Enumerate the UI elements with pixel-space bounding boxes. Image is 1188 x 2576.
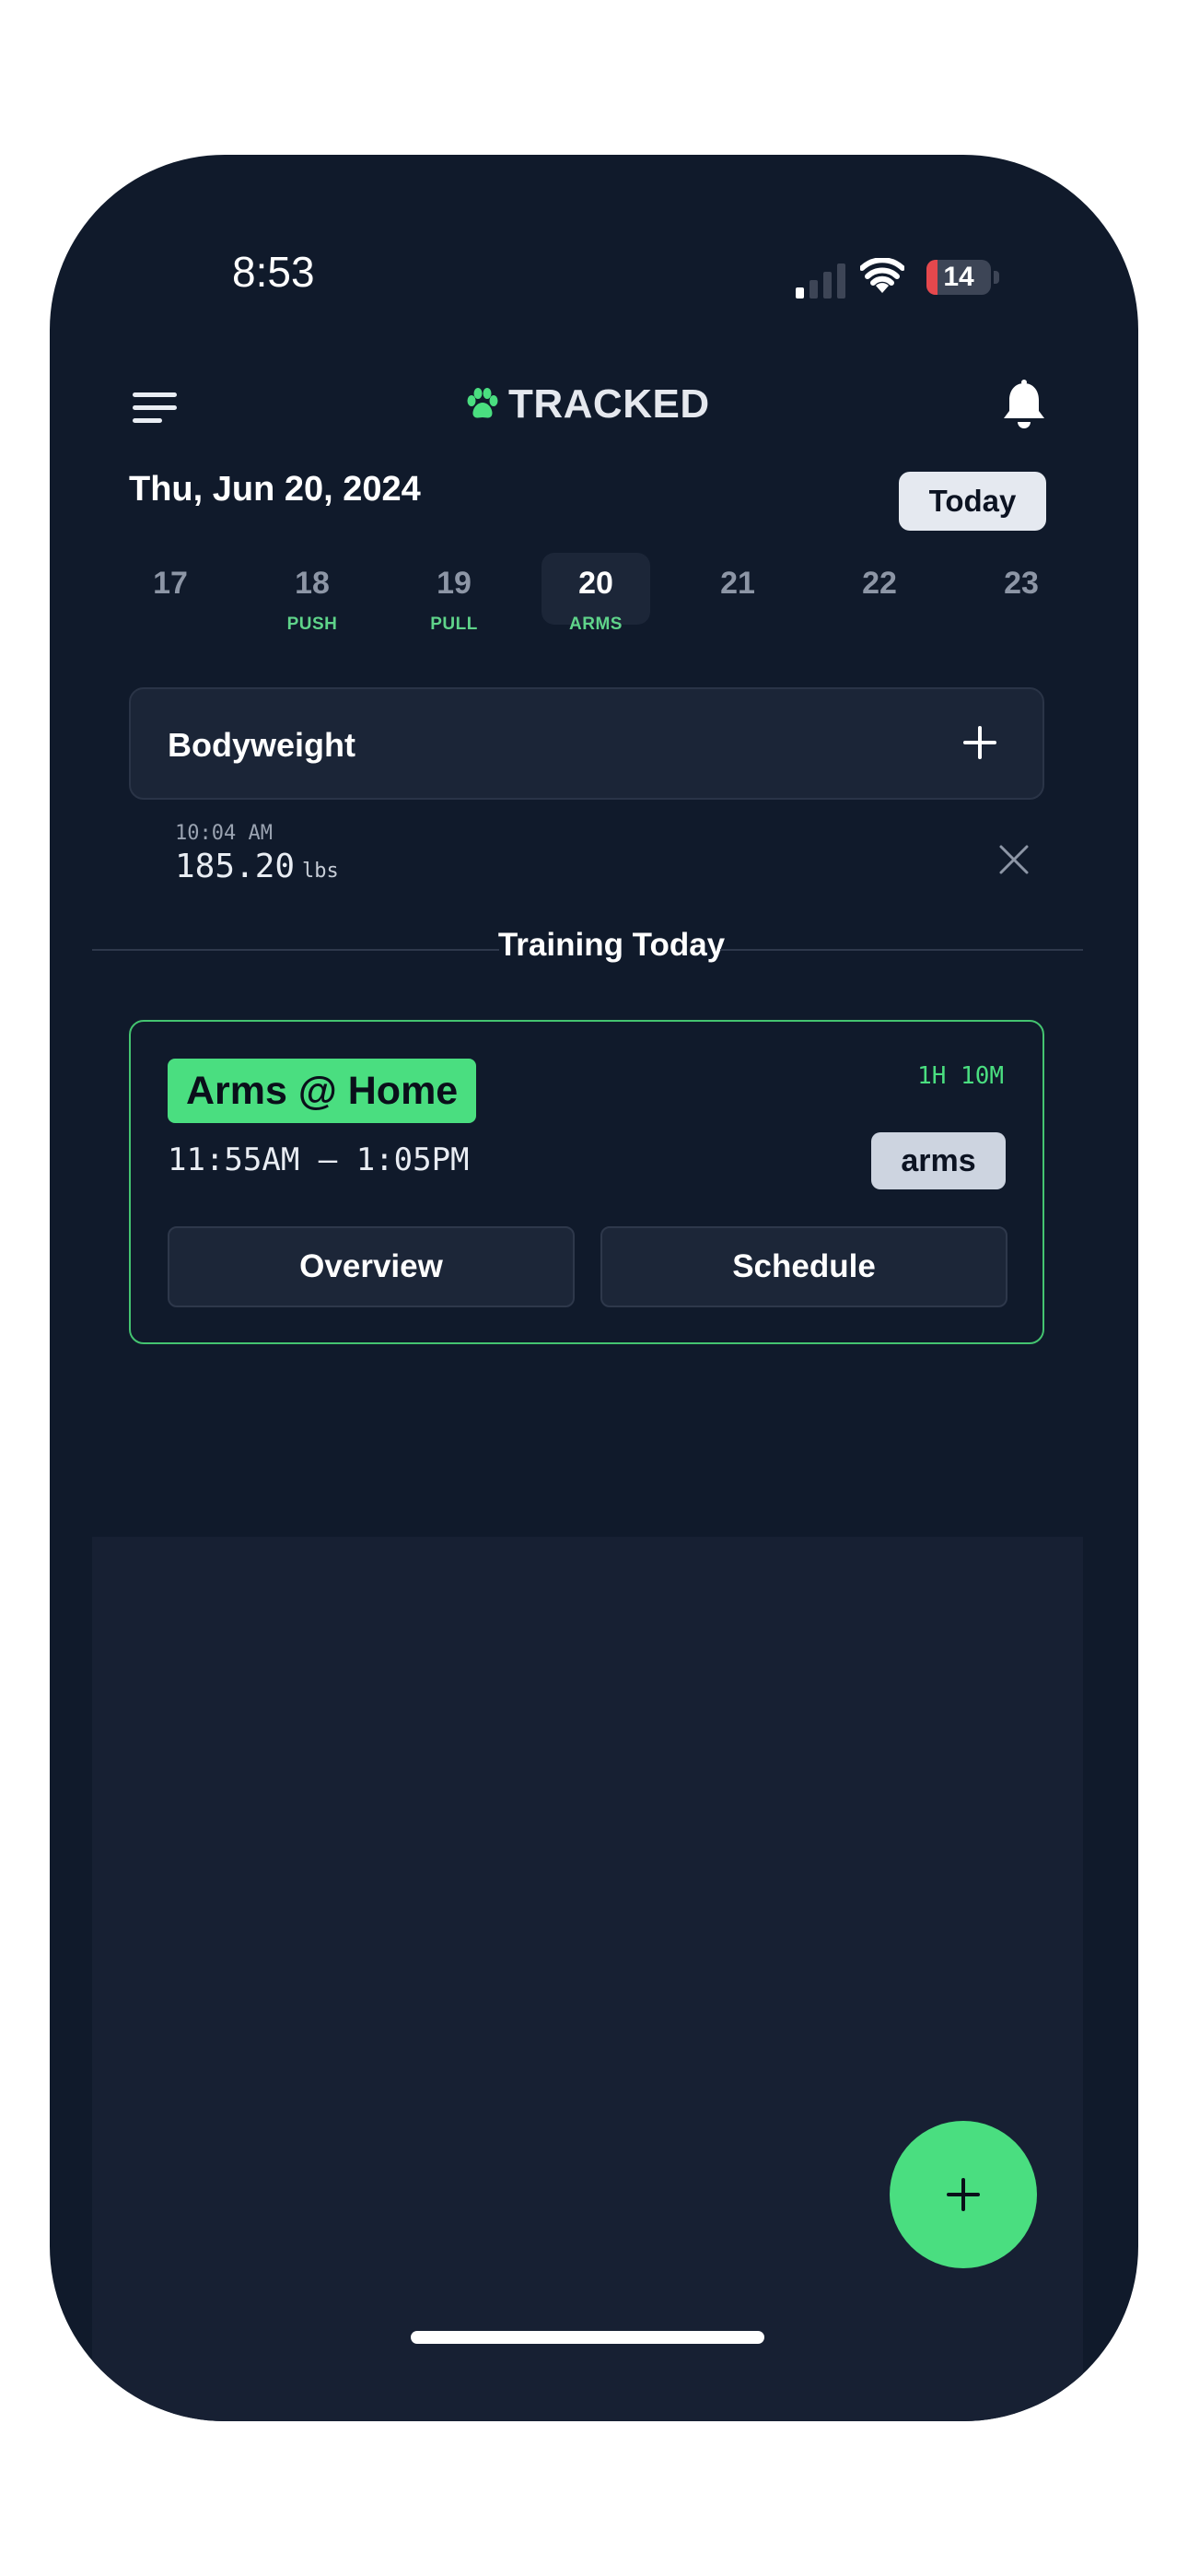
battery-level: 14 <box>943 262 974 292</box>
phone-screen: 8:53 14 TRACKED Thu, Jun 20, 2024 Today … <box>50 155 1138 2421</box>
day-tag: PUSH <box>286 615 338 634</box>
day-item-22[interactable]: 22 <box>825 553 934 654</box>
workout-card[interactable]: Arms @ Home 1H 10M 11:55AM – 1:05PM arms… <box>129 1020 1044 1344</box>
plus-icon[interactable] <box>961 724 998 761</box>
bodyweight-label: Bodyweight <box>168 726 355 764</box>
wifi-icon <box>860 258 904 293</box>
status-time: 8:53 <box>232 248 315 296</box>
day-tag: ARMS <box>569 615 623 634</box>
day-item-20[interactable]: 20 ARMS <box>542 553 650 634</box>
app-brand: TRACKED <box>464 381 710 427</box>
close-icon[interactable] <box>998 844 1030 875</box>
paw-icon <box>467 388 498 418</box>
plus-icon <box>947 2178 980 2211</box>
workout-tag: arms <box>871 1132 1006 1189</box>
current-date: Thu, Jun 20, 2024 <box>129 470 421 509</box>
day-number: 21 <box>720 566 755 601</box>
day-item-23[interactable]: 23 <box>967 553 1076 654</box>
section-title: Training Today <box>497 927 726 963</box>
brand-title: TRACKED <box>508 381 710 427</box>
bell-icon[interactable] <box>1000 380 1048 431</box>
home-indicator[interactable] <box>411 2331 764 2344</box>
day-number: 17 <box>153 566 188 601</box>
menu-icon[interactable] <box>133 392 179 427</box>
battery-indicator: 14 <box>926 260 991 295</box>
workout-duration: 1H 10M <box>917 1062 1004 1090</box>
day-item-18[interactable]: 18 PUSH <box>258 553 367 654</box>
bodyweight-card[interactable]: Bodyweight <box>129 687 1044 800</box>
day-tag: PULL <box>430 615 478 634</box>
day-number: 18 <box>295 566 330 601</box>
day-item-21[interactable]: 21 <box>683 553 792 654</box>
workout-name: Arms @ Home <box>168 1059 477 1123</box>
bodyweight-entry-time: 10:04 AM <box>175 822 273 845</box>
day-number: 22 <box>862 566 897 601</box>
divider-line <box>92 949 499 951</box>
battery-cap <box>994 271 999 284</box>
day-item-19[interactable]: 19 PULL <box>400 553 508 654</box>
bodyweight-unit: lbs <box>302 860 339 883</box>
day-item-17[interactable]: 17 <box>116 553 225 654</box>
overview-button[interactable]: Overview <box>168 1226 575 1307</box>
schedule-button[interactable]: Schedule <box>600 1226 1007 1307</box>
workout-time-range: 11:55AM – 1:05PM <box>168 1142 470 1178</box>
day-number: 19 <box>437 566 472 601</box>
bodyweight-entry: 185.20 lbs <box>175 848 339 885</box>
day-number: 20 <box>578 566 613 601</box>
content-background <box>92 1537 1083 2421</box>
divider-line <box>720 949 1083 951</box>
add-fab-button[interactable] <box>890 2121 1037 2268</box>
bodyweight-value: 185.20 <box>175 848 296 885</box>
day-number: 23 <box>1004 566 1039 601</box>
cellular-signal-icon <box>796 263 845 299</box>
today-button[interactable]: Today <box>899 472 1046 531</box>
